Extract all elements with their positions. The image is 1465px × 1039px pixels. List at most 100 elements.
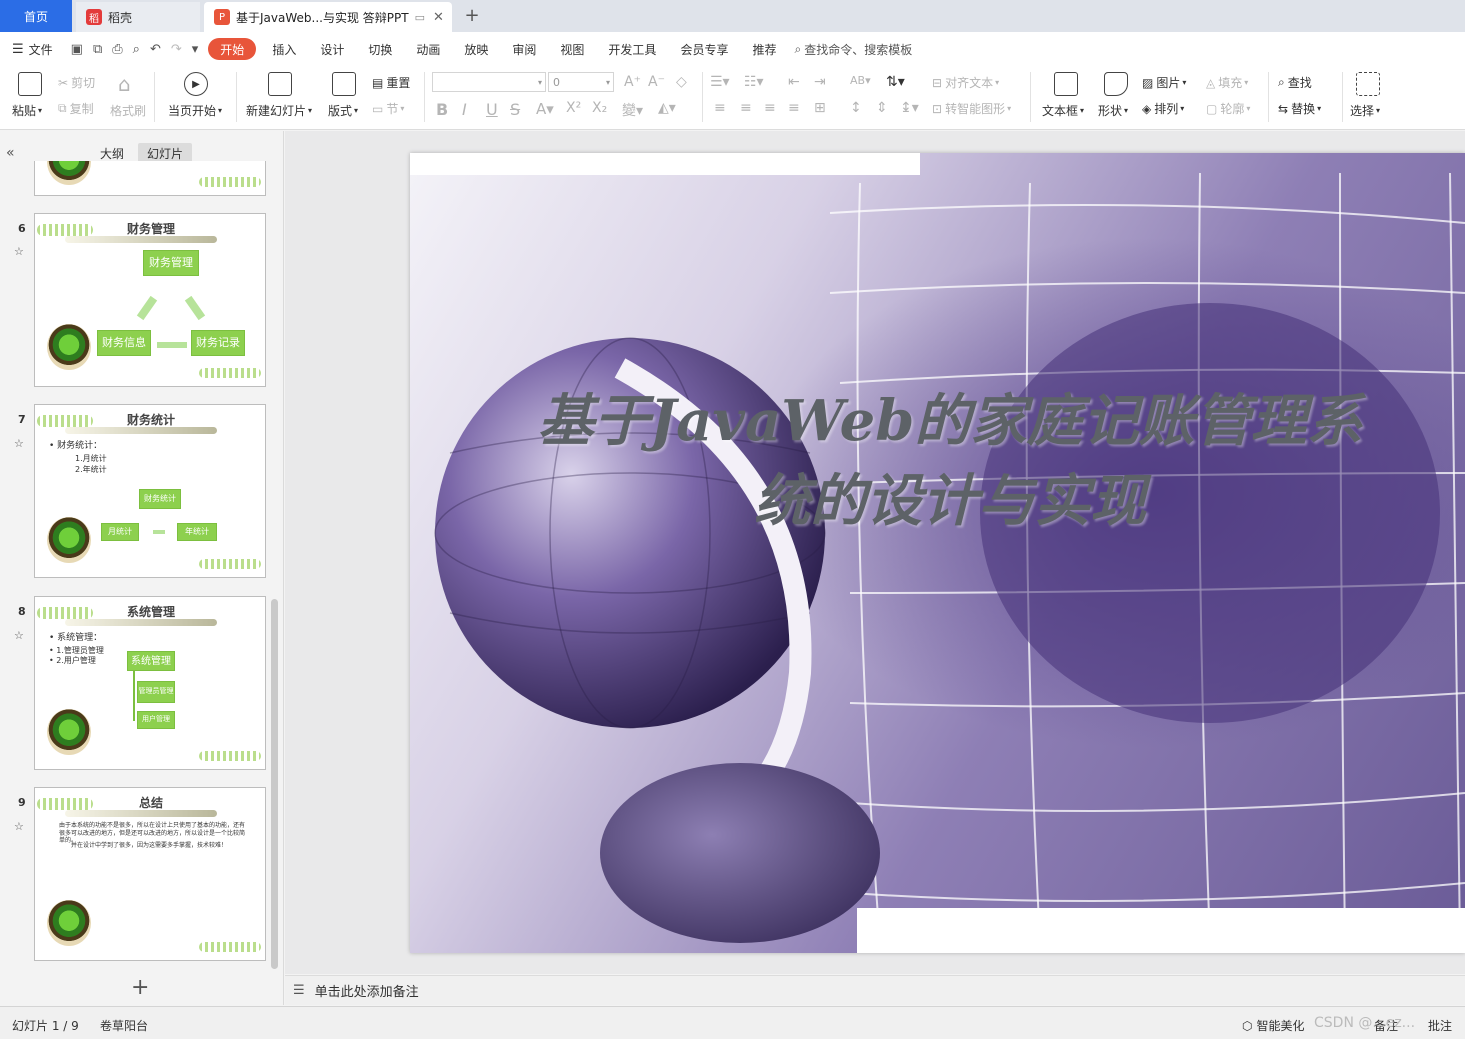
slide-thumbnail-9[interactable]: 总结 由于本系统的功能不是很多，所以在设计上只使用了基本的功能，还有很多可以改进… <box>34 787 266 961</box>
tab-docer[interactable]: 稻 稻壳 <box>76 2 200 32</box>
menu-insert-label: 插入 <box>272 42 297 57</box>
export-icon[interactable]: ⧉ <box>93 42 102 57</box>
text-direction-icon[interactable]: AB▾ <box>850 74 871 87</box>
layout-button[interactable]: 版式 ▾ <box>328 102 358 119</box>
menu-insert[interactable]: 插入 <box>260 38 308 60</box>
theme-name[interactable]: 卷草阳台 <box>100 1017 148 1034</box>
save-icon[interactable]: ▣ <box>71 42 83 57</box>
decrease-indent-icon[interactable]: ⇤ <box>788 74 800 90</box>
smart-beautify-button[interactable]: ⬡ 智能美化 <box>1242 1017 1305 1034</box>
underline-icon[interactable]: U <box>486 100 498 119</box>
outline-button[interactable]: ▢ 轮廓 ▾ <box>1206 100 1250 117</box>
file-menu[interactable]: ☰ 文件 <box>0 38 65 60</box>
align-left-icon[interactable]: ≡ <box>714 100 726 116</box>
strikethrough-icon[interactable]: S <box>510 100 520 119</box>
font-color-icon[interactable]: A▾ <box>536 100 554 118</box>
italic-icon[interactable]: I <box>462 100 467 119</box>
cut-button[interactable]: ✂ 剪切 <box>58 74 95 91</box>
highlight-icon[interactable]: ◭▾ <box>658 100 676 116</box>
font-size-dropdown[interactable]: 0 ▾ <box>548 72 614 92</box>
paste-icon[interactable] <box>18 72 42 96</box>
tab-home[interactable]: 首页 <box>0 0 72 32</box>
spacing-dropdown-icon[interactable]: ↨▾ <box>900 100 919 116</box>
menu-view[interactable]: 视图 <box>548 38 596 60</box>
tab-slides[interactable]: 幻灯片 <box>138 143 192 163</box>
numbered-list-icon[interactable]: ☷▾ <box>744 74 764 90</box>
textbox-button[interactable]: 文本框 ▾ <box>1042 102 1084 119</box>
redo-icon[interactable]: ↷ <box>171 42 182 57</box>
start-from-current-button[interactable]: 当页开始 ▾ <box>168 102 222 119</box>
quick-access-toolbar: ▣ ⧉ ⎙ ⌕ ↶ ↷ ▾ <box>65 38 205 60</box>
paste-button[interactable]: 粘贴 ▾ <box>12 102 42 119</box>
menu-design[interactable]: 设计 <box>308 38 356 60</box>
new-slide-button[interactable]: 新建幻灯片 ▾ <box>246 102 312 119</box>
copy-button[interactable]: ⧉ 复制 <box>58 100 94 117</box>
add-slide-plus-icon[interactable]: + <box>131 975 149 1000</box>
menu-review[interactable]: 审阅 <box>500 38 548 60</box>
shrink-font-icon[interactable]: A⁻ <box>648 74 665 90</box>
format-painter-button[interactable]: 格式刷 <box>110 102 146 119</box>
collapse-panel-icon[interactable]: « <box>6 145 15 161</box>
section-button[interactable]: ▭ 节 ▾ <box>372 100 404 117</box>
divider <box>154 72 155 122</box>
picture-button[interactable]: ▨ 图片 ▾ <box>1142 74 1186 91</box>
paragraph-spacing-icon[interactable]: ⇕ <box>876 100 888 116</box>
font-name-dropdown[interactable]: ▾ <box>432 72 546 92</box>
reset-button[interactable]: ▤ 重置 <box>372 74 410 91</box>
align-right-icon[interactable]: ≡ <box>764 100 776 116</box>
slide-thumbnail-8[interactable]: 系统管理 • 系统管理： • 1.管理员管理 • 2.用户管理 系统管理 管理员… <box>34 596 266 770</box>
align-center-icon[interactable]: ≡ <box>740 100 752 116</box>
slide-thumbnail-panel: « 大纲 幻灯片 6 ☆ 财务管理 财务管理 财务信息 财务记录 7 ☆ 财务统… <box>0 131 284 1005</box>
smart-art-icon: ⊡ <box>932 101 943 116</box>
menu-home[interactable]: 开始 <box>208 38 257 60</box>
increase-indent-icon[interactable]: ⇥ <box>814 74 826 90</box>
select-button[interactable]: 选择 ▾ <box>1350 102 1380 119</box>
slide-counter: 幻灯片 1 / 9 <box>12 1019 79 1033</box>
bullet-list-icon[interactable]: ☰▾ <box>710 74 730 90</box>
sort-icon[interactable]: ⇅▾ <box>886 74 905 90</box>
justify-icon[interactable]: ≡ <box>788 100 800 116</box>
menu-animation[interactable]: 动画 <box>404 38 452 60</box>
close-icon[interactable]: ✕ <box>433 10 444 25</box>
preview-icon[interactable]: ⌕ <box>133 42 140 57</box>
monitor-icon[interactable]: ▭ <box>415 11 425 24</box>
shape-button[interactable]: 形状 ▾ <box>1098 102 1128 119</box>
menu-transition[interactable]: 切换 <box>356 38 404 60</box>
tab-outline[interactable]: 大纲 <box>92 143 132 163</box>
clear-format-icon[interactable]: ◇ <box>676 74 687 90</box>
customize-chevron-icon[interactable]: ▾ <box>192 42 199 57</box>
superscript-icon[interactable]: X² <box>566 100 581 116</box>
slide-thumbnail-5[interactable] <box>34 161 266 196</box>
bold-icon[interactable]: B <box>436 100 448 119</box>
notes-area[interactable]: ☰ 单击此处添加备注 <box>285 975 1465 1005</box>
shape-label: 形状 <box>1098 104 1123 118</box>
undo-icon[interactable]: ↶ <box>150 42 161 57</box>
chevron-down-icon: ▾ <box>1007 104 1012 113</box>
replace-button[interactable]: ⇆ 替换 ▾ <box>1278 100 1321 117</box>
subscript-icon[interactable]: X₂ <box>592 100 607 116</box>
grow-font-icon[interactable]: A⁺ <box>624 74 641 90</box>
slide-thumbnail-6[interactable]: 财务管理 财务管理 财务信息 财务记录 <box>34 213 266 387</box>
menu-member[interactable]: 会员专享 <box>668 38 740 60</box>
slide-title-textbox[interactable]: 基于JavaWeb的家庭记账管理系 统的设计与实现 <box>450 381 1450 541</box>
menu-recommend[interactable]: 推荐 <box>740 38 788 60</box>
smart-art-button[interactable]: ⊡ 转智能图形 ▾ <box>932 100 1011 117</box>
find-button[interactable]: ⌕ 查找 <box>1278 74 1312 91</box>
arrange-button[interactable]: ◈ 排列 ▾ <box>1142 100 1184 117</box>
panel-scrollbar[interactable] <box>271 599 278 969</box>
chevron-down-icon: ▾ <box>605 77 610 87</box>
fill-button[interactable]: ◬ 填充 ▾ <box>1206 74 1248 91</box>
slide-thumbnail-7[interactable]: 财务统计 • 财务统计： 1.月统计 2.年统计 财务统计 月统计 年统计 <box>34 404 266 578</box>
new-tab-plus-icon[interactable]: + <box>462 4 482 26</box>
align-text-button[interactable]: ⊟ 对齐文本 ▾ <box>932 74 999 91</box>
line-spacing-icon[interactable]: ↕ <box>850 100 862 116</box>
print-icon[interactable]: ⎙ <box>112 42 122 57</box>
menu-slideshow[interactable]: 放映 <box>452 38 500 60</box>
command-search[interactable]: ⌕ 查找命令、搜索模板 <box>794 41 912 58</box>
comments-button[interactable]: 批注 <box>1428 1017 1452 1034</box>
tab-document[interactable]: P 基于JavaWeb...与实现 答辩PPT ▭ ✕ <box>204 2 452 32</box>
distribute-icon[interactable]: ⊞ <box>814 100 826 116</box>
current-slide[interactable]: 基于JavaWeb的家庭记账管理系 统的设计与实现 <box>410 153 1465 953</box>
phonetic-icon[interactable]: 變▾ <box>622 100 643 120</box>
menu-developer[interactable]: 开发工具 <box>596 38 668 60</box>
